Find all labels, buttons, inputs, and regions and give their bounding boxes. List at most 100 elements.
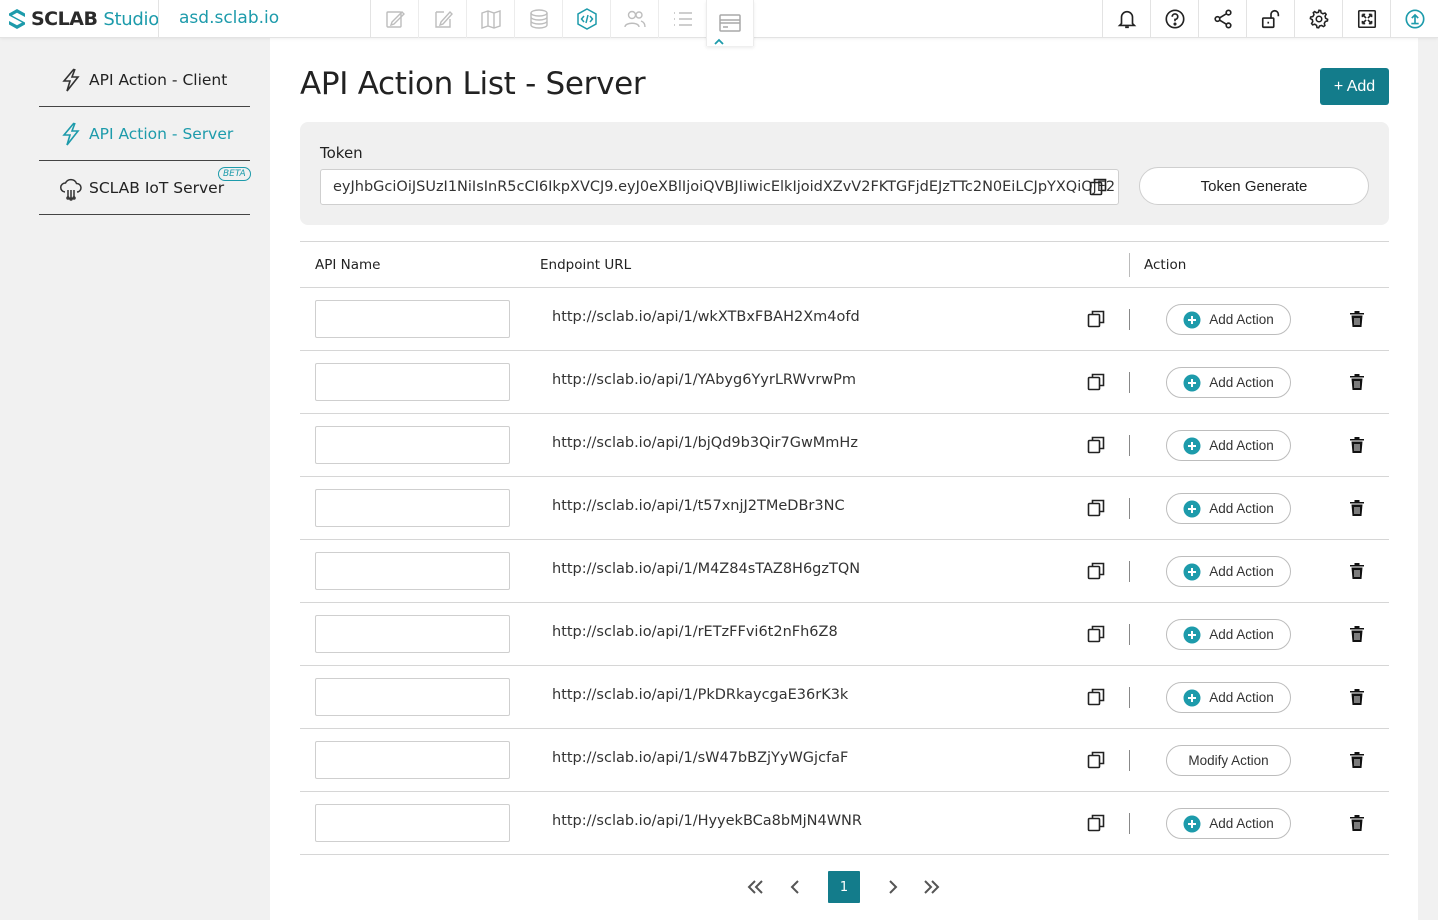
logo[interactable]: SCLAB Studio xyxy=(7,6,159,32)
copy-icon[interactable] xyxy=(1086,435,1106,455)
table-row: http://sclab.io/api/1/rETzFFvi6t2nFh6Z8 A… xyxy=(300,603,1389,666)
publish-button[interactable] xyxy=(1390,0,1438,38)
sidebar-item-sclab-iot-server[interactable]: SCLAB IoT Server BETA xyxy=(39,161,251,215)
column-divider xyxy=(1129,253,1130,277)
action-button-label: Add Action xyxy=(1209,690,1274,705)
action-button[interactable]: Add Action xyxy=(1166,493,1291,524)
trash-icon[interactable] xyxy=(1349,499,1365,517)
trash-icon[interactable] xyxy=(1349,310,1365,328)
token-panel: Token eyJhbGciOiJSUzI1NiIsInR5cCI6IkpXVC… xyxy=(300,122,1389,225)
api-name-input[interactable] xyxy=(315,489,510,527)
first-page-icon[interactable] xyxy=(746,878,766,896)
notifications-button[interactable] xyxy=(1102,0,1150,38)
chevron-up-icon[interactable] xyxy=(713,37,725,46)
users-button[interactable] xyxy=(611,0,659,38)
last-page-icon[interactable] xyxy=(921,878,941,896)
action-button-label: Add Action xyxy=(1209,564,1274,579)
table-row: http://sclab.io/api/1/bjQd9b3Qir7GwMmHz A… xyxy=(300,414,1389,477)
endpoint-url: http://sclab.io/api/1/YAbyg6YyrLRWvrwPm xyxy=(552,372,857,388)
endpoint-url: http://sclab.io/api/1/bjQd9b3Qir7GwMmHz xyxy=(552,435,858,451)
copy-icon[interactable] xyxy=(1086,498,1106,518)
row-divider xyxy=(1129,309,1130,330)
action-button[interactable]: Add Action xyxy=(1166,430,1291,461)
api-table: API Name Endpoint URL Action http://scla… xyxy=(300,241,1389,855)
token-generate-button[interactable]: Token Generate xyxy=(1139,167,1369,205)
endpoint-url: http://sclab.io/api/1/M4Z84sTAZ8H6gzTQN xyxy=(552,561,861,577)
copy-icon[interactable] xyxy=(1086,309,1106,329)
list-button[interactable] xyxy=(659,0,707,38)
table-header: API Name Endpoint URL Action xyxy=(300,241,1389,288)
pencil-icon xyxy=(434,10,453,28)
fullscreen-icon xyxy=(1357,9,1376,29)
api-name-input[interactable] xyxy=(315,804,510,842)
help-button[interactable] xyxy=(1150,0,1198,38)
settings-button[interactable] xyxy=(1294,0,1342,38)
users-icon xyxy=(623,10,646,28)
copy-icon[interactable] xyxy=(1086,813,1106,833)
prev-page-icon[interactable] xyxy=(786,878,806,896)
token-field[interactable]: eyJhbGciOiJSUzI1NiIsInR5cCI6IkpXVCJ9.eyJ… xyxy=(320,169,1119,205)
share-button[interactable] xyxy=(1198,0,1246,38)
next-page-icon[interactable] xyxy=(882,878,902,896)
api-name-input[interactable] xyxy=(315,300,510,338)
trash-icon[interactable] xyxy=(1349,625,1365,643)
row-divider xyxy=(1129,750,1130,771)
edit-doc-button[interactable] xyxy=(371,0,419,38)
api-name-input[interactable] xyxy=(315,615,510,653)
action-button-label: Add Action xyxy=(1209,627,1274,642)
action-button[interactable]: Add Action xyxy=(1166,808,1291,839)
action-button[interactable]: Add Action xyxy=(1166,304,1291,335)
trash-icon[interactable] xyxy=(1349,373,1365,391)
row-divider xyxy=(1129,498,1130,519)
copy-icon[interactable] xyxy=(1086,687,1106,707)
database-button[interactable] xyxy=(515,0,563,38)
trash-icon[interactable] xyxy=(1349,436,1365,454)
endpoint-url: http://sclab.io/api/1/t57xnjJ2TMeDBr3NC xyxy=(552,498,845,514)
action-button[interactable]: Add Action xyxy=(1166,619,1291,650)
unlock-icon xyxy=(1261,9,1279,29)
list-icon xyxy=(673,12,692,26)
table-row: http://sclab.io/api/1/M4Z84sTAZ8H6gzTQN A… xyxy=(300,540,1389,603)
plus-circle-icon xyxy=(1183,311,1201,328)
page-number-current[interactable]: 1 xyxy=(828,871,860,903)
logo-text: SCLAB xyxy=(31,8,98,30)
api-name-input[interactable] xyxy=(315,363,510,401)
code-button[interactable] xyxy=(563,0,611,38)
action-button-label: Add Action xyxy=(1209,375,1274,390)
action-button[interactable]: Add Action xyxy=(1166,367,1291,398)
sidebar-item-api-action-server[interactable]: API Action - Server xyxy=(39,107,250,161)
table-row: http://sclab.io/api/1/HyyekBCa8bMjN4WNR A… xyxy=(300,792,1389,855)
action-button[interactable]: Add Action xyxy=(1166,556,1291,587)
sidebar-item-label: API Action - Server xyxy=(89,124,234,143)
bolt-icon xyxy=(62,67,80,91)
trash-icon[interactable] xyxy=(1349,814,1365,832)
copy-icon[interactable] xyxy=(1086,624,1106,644)
copy-icon[interactable] xyxy=(1088,177,1108,197)
trash-icon[interactable] xyxy=(1349,562,1365,580)
sclab-logo-icon xyxy=(9,9,25,29)
action-button-label: Modify Action xyxy=(1188,753,1269,768)
fullscreen-button[interactable] xyxy=(1342,0,1390,38)
unlock-button[interactable] xyxy=(1246,0,1294,38)
table-body: http://sclab.io/api/1/wkXTBxFBAH2Xm4ofd A… xyxy=(300,288,1389,855)
copy-icon[interactable] xyxy=(1086,561,1106,581)
sidebar-item-api-action-client[interactable]: API Action - Client xyxy=(39,53,250,107)
action-button[interactable]: Modify Action xyxy=(1166,745,1291,776)
pencil-button[interactable] xyxy=(419,0,467,38)
column-header-api-name: API Name xyxy=(315,257,381,273)
copy-icon[interactable] xyxy=(1086,750,1106,770)
api-name-input[interactable] xyxy=(315,426,510,464)
copy-icon[interactable] xyxy=(1086,372,1106,392)
api-name-input[interactable] xyxy=(315,741,510,779)
database-icon xyxy=(529,9,548,29)
table-row: http://sclab.io/api/1/t57xnjJ2TMeDBr3NC A… xyxy=(300,477,1389,540)
trash-icon[interactable] xyxy=(1349,688,1365,706)
sidebar-item-label: SCLAB IoT Server xyxy=(89,178,225,197)
api-name-input[interactable] xyxy=(315,678,510,716)
project-domain[interactable]: asd.sclab.io xyxy=(179,8,279,28)
action-button[interactable]: Add Action xyxy=(1166,682,1291,713)
api-name-input[interactable] xyxy=(315,552,510,590)
map-button[interactable] xyxy=(467,0,515,38)
add-button[interactable]: + Add xyxy=(1320,68,1389,105)
trash-icon[interactable] xyxy=(1349,751,1365,769)
